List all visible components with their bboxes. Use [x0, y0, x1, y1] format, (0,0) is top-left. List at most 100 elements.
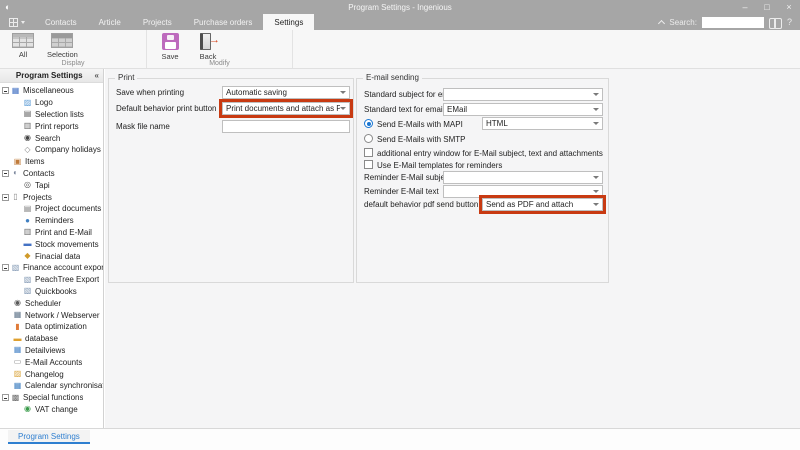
selection-button[interactable]: Selection: [44, 32, 81, 60]
settings-content: Print Save when printing Automatic savin…: [105, 69, 800, 428]
sidebar-item-projects[interactable]: ▯Projects: [0, 191, 103, 203]
sidebar-item-finacial-data[interactable]: ◆Finacial data: [0, 250, 103, 262]
sidebar-item-print-reports[interactable]: ▥Print reports: [0, 120, 103, 132]
send-with-mapi-radio[interactable]: [364, 119, 373, 128]
holidays-icon: ◇: [23, 146, 32, 154]
chevron-down-icon: [340, 91, 346, 94]
sidebar-item-scheduler[interactable]: ◉Scheduler: [0, 297, 103, 309]
items-icon: ▣: [13, 158, 22, 166]
back-door-icon: →: [197, 33, 219, 50]
search-binoculars-icon[interactable]: [769, 18, 782, 27]
expander-icon[interactable]: [2, 394, 9, 401]
sidebar-item-network-webserver[interactable]: ▦Network / Webserver: [0, 309, 103, 321]
tab-settings[interactable]: Settings: [263, 14, 314, 30]
tab-projects[interactable]: Projects: [132, 14, 183, 30]
reminder-icon: ●: [23, 217, 32, 225]
chevron-down-icon: [593, 203, 599, 206]
sidebar-item-quickbooks[interactable]: ▧Quickbooks: [0, 286, 103, 298]
ribbon-group-display: All Selection Display: [0, 30, 147, 68]
bottom-tab-program-settings[interactable]: Program Settings: [8, 430, 90, 444]
all-button[interactable]: All: [6, 32, 40, 60]
sidebar-item-items[interactable]: ▣Items: [0, 156, 103, 168]
sidebar-item-company-holidays[interactable]: ◇Company holidays: [0, 144, 103, 156]
tab-article[interactable]: Article: [88, 14, 132, 30]
window-title: Program Settings - Ingenious: [0, 3, 800, 12]
bottom-tab-bar: Program Settings: [0, 428, 800, 450]
tab-purchase-orders[interactable]: Purchase orders: [183, 14, 264, 30]
standard-text-combo[interactable]: EMail: [443, 103, 603, 116]
contacts-icon: ◐: [11, 169, 20, 177]
sidebar-item-data-optimization[interactable]: ▮Data optimization: [0, 321, 103, 333]
standard-subject-combo[interactable]: [443, 88, 603, 101]
sidebar-item-logo[interactable]: ▨Logo: [0, 97, 103, 109]
default-behavior-print-combo[interactable]: Print documents and attach as PDF: [222, 102, 350, 115]
calendar-icon: ▦: [13, 382, 22, 390]
save-button[interactable]: Save: [153, 32, 187, 62]
expander-icon[interactable]: [2, 264, 9, 271]
use-email-templates-checkbox[interactable]: [364, 160, 373, 169]
pdf-send-button-combo[interactable]: Send as PDF and attach: [482, 198, 603, 211]
export-folder-icon: ▧: [23, 287, 32, 295]
sidebar-item-miscellaneous[interactable]: ▦Miscellaneous: [0, 85, 103, 97]
reminder-text-combo[interactable]: [443, 185, 603, 198]
sidebar-item-search[interactable]: ◉Search: [0, 132, 103, 144]
minimize-button[interactable]: –: [734, 0, 756, 14]
database-icon: ▬: [13, 335, 22, 343]
sidebar-item-email-accounts[interactable]: ▭E-Mail Accounts: [0, 356, 103, 368]
sidebar-collapse-icon[interactable]: «: [95, 71, 99, 80]
help-icon[interactable]: ?: [787, 17, 792, 27]
sidebar-item-selection-lists[interactable]: ▤Selection lists: [0, 109, 103, 121]
chevron-down-icon: [593, 93, 599, 96]
maximize-button[interactable]: □: [756, 0, 778, 14]
pdf-send-button-label: default behavior pdf send button: [364, 200, 478, 209]
money-icon: ◆: [23, 252, 32, 260]
mapi-format-combo[interactable]: HTML: [482, 117, 603, 130]
search-input[interactable]: [702, 17, 764, 28]
sidebar-item-project-documents[interactable]: ▤Project documents: [0, 203, 103, 215]
app-menu-grid-icon: [9, 18, 18, 27]
sidebar-item-database[interactable]: ▬database: [0, 333, 103, 345]
send-with-smtp-radio[interactable]: [364, 134, 373, 143]
mask-file-name-label: Mask file name: [116, 122, 170, 131]
expander-icon[interactable]: [2, 170, 9, 177]
group-label-display: Display: [0, 60, 146, 67]
envelope-icon: ▭: [13, 358, 22, 366]
sidebar-item-contacts[interactable]: ◐Contacts: [0, 168, 103, 180]
app-menu-button[interactable]: [0, 14, 34, 30]
sidebar-item-print-and-email[interactable]: ▥Print and E-Mail: [0, 227, 103, 239]
standard-text-label: Standard text for emails: [364, 105, 448, 114]
sidebar-item-finance-account-export[interactable]: ▧Finance account export: [0, 262, 103, 274]
reminder-subject-combo[interactable]: [443, 171, 603, 184]
export-folder-icon: ▧: [11, 264, 20, 272]
sidebar-title: Program Settings: [4, 71, 95, 80]
mask-file-name-input[interactable]: [222, 120, 350, 133]
save-floppy-icon: [162, 33, 179, 50]
additional-entry-window-label: additional entry window for E-Mail subje…: [377, 149, 603, 158]
collapse-ribbon-icon[interactable]: [658, 19, 665, 26]
sidebar-item-stock-movements[interactable]: ▬Stock movements: [0, 238, 103, 250]
network-icon: ▦: [13, 311, 22, 319]
sidebar-item-peachtree-export[interactable]: ▧PeachTree Export: [0, 274, 103, 286]
sidebar-item-detailviews[interactable]: ▦Detailviews: [0, 345, 103, 357]
sidebar-item-reminders[interactable]: ●Reminders: [0, 215, 103, 227]
sidebar: Program Settings « ▦Miscellaneous ▨Logo …: [0, 69, 104, 428]
sidebar-item-calendar-synchronisation[interactable]: ▦Calendar synchronisation: [0, 380, 103, 392]
back-button[interactable]: → Back: [191, 32, 225, 62]
ribbon: All Selection Display Save → Back Modify: [0, 30, 800, 69]
tab-contacts[interactable]: Contacts: [34, 14, 88, 30]
print-groupbox-title: Print: [115, 73, 137, 83]
default-behavior-print-label: Default behavior print button: [116, 104, 217, 113]
sidebar-item-special-functions[interactable]: ▩Special functions: [0, 392, 103, 404]
expander-icon[interactable]: [2, 87, 9, 94]
vat-percent-icon: ◉: [23, 405, 32, 413]
sidebar-item-vat-change[interactable]: ◉VAT change: [0, 404, 103, 416]
close-button[interactable]: ×: [778, 0, 800, 14]
chevron-down-icon: [593, 190, 599, 193]
email-sending-groupbox: E-mail sending Standard subject for emai…: [356, 78, 609, 283]
sidebar-item-tapi[interactable]: ◎Tapi: [0, 179, 103, 191]
expander-icon[interactable]: [2, 194, 9, 201]
additional-entry-window-checkbox[interactable]: [364, 148, 373, 157]
save-when-printing-combo[interactable]: Automatic saving: [222, 86, 350, 99]
send-with-mapi-label: Send E-Mails with MAPI: [377, 120, 463, 129]
sidebar-item-changelog[interactable]: ▨Changelog: [0, 368, 103, 380]
